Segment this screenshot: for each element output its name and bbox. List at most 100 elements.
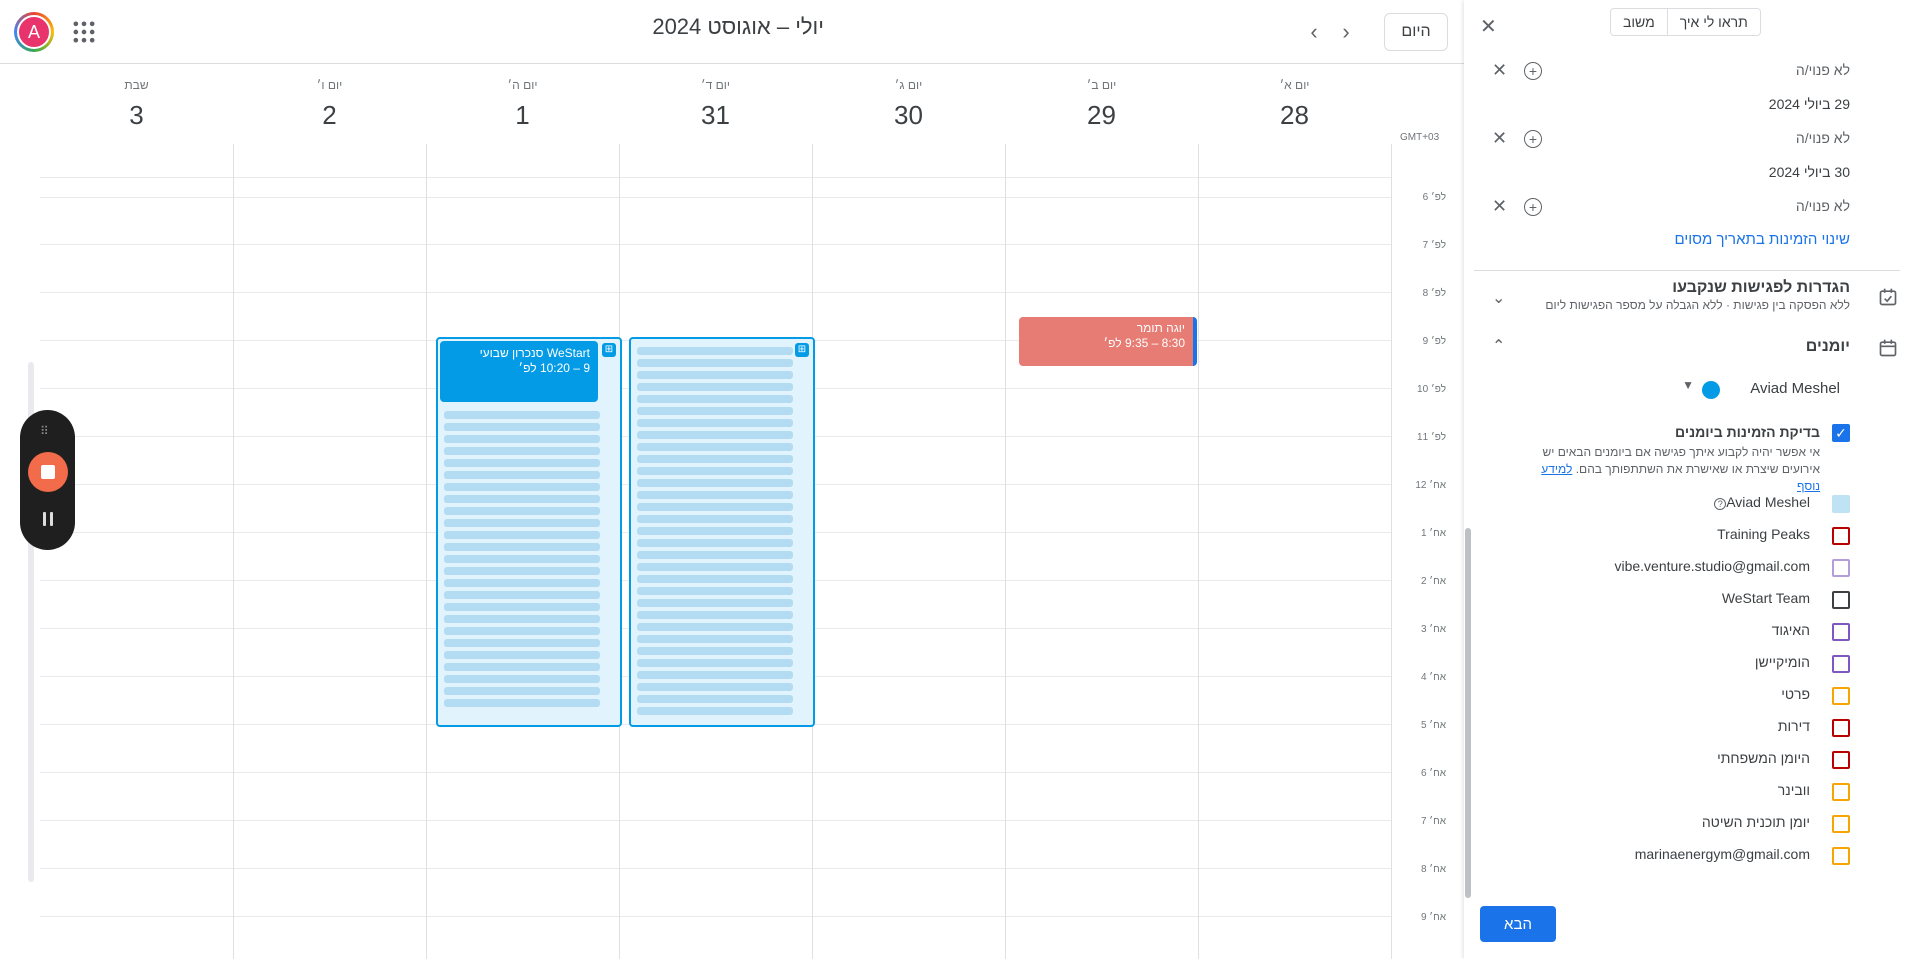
calendar-color-dot[interactable] — [1702, 381, 1720, 399]
event-available-icon — [1879, 288, 1897, 306]
time-label: 7 אח׳ — [1420, 816, 1446, 827]
calendar-checkbox[interactable] — [1832, 751, 1850, 769]
today-button[interactable]: היום — [1384, 13, 1448, 51]
pause-icon — [43, 512, 46, 526]
add-time-icon[interactable]: + — [1524, 130, 1542, 148]
day-header[interactable]: יום ג׳ 30 — [812, 78, 1005, 131]
day-number[interactable]: 2 — [233, 100, 426, 131]
calendars-title[interactable]: יומנים — [1806, 338, 1850, 356]
booked-settings-title[interactable]: הגדרות לפגישות שנקבעו — [1672, 279, 1850, 297]
day-name: יום ד׳ — [701, 78, 730, 92]
available-slot — [637, 695, 793, 703]
day-number[interactable]: 30 — [812, 100, 1005, 131]
day-header[interactable]: יום ה׳ 1 — [426, 78, 619, 131]
check-availability-checkbox[interactable]: ✓ — [1832, 424, 1850, 442]
event-yoga[interactable]: יוגה תומר 8:30 – 9:35 לפ׳ — [1019, 317, 1197, 366]
hour-line — [40, 177, 1392, 178]
day-number[interactable]: 31 — [619, 100, 812, 131]
drag-handle-icon[interactable]: ⠿ — [40, 424, 50, 438]
calendar-name-text: היומן המשפחתי — [1717, 750, 1810, 766]
remove-icon[interactable]: ✕ — [1492, 60, 1507, 81]
calendar-checkbox[interactable] — [1832, 815, 1850, 833]
day-header[interactable]: יום ד׳ 31 — [619, 78, 812, 131]
next-button[interactable]: הבא — [1480, 906, 1556, 942]
close-icon[interactable]: ✕ — [1480, 14, 1497, 39]
day-number[interactable]: 28 — [1198, 100, 1391, 131]
calendar-name-text: דירות — [1777, 718, 1810, 734]
time-label: 7 לפ׳ — [1422, 240, 1446, 251]
calendar-name-text: יומן תוכנית השיטה — [1701, 814, 1810, 830]
calendar-checkbox[interactable] — [1832, 623, 1850, 641]
change-availability-link[interactable]: שינוי הזמינות בתאריך מסוים — [1674, 231, 1850, 248]
calendar-name-text: marinaenergym@gmail.com — [1634, 846, 1810, 862]
calendar-checkbox[interactable] — [1832, 655, 1850, 673]
chevron-down-icon[interactable]: ⌄ — [1492, 288, 1505, 308]
available-slot — [444, 555, 600, 563]
calendar-name-text: WeStart Team — [1721, 590, 1810, 606]
available-slot — [444, 615, 600, 623]
account-avatar[interactable]: A — [14, 12, 54, 52]
availability-date: 30 ביולי 2024 — [1768, 164, 1850, 180]
remove-icon[interactable]: ✕ — [1492, 128, 1507, 149]
calendar-name-text: Training Peaks — [1717, 526, 1810, 542]
prev-period-button[interactable]: › — [1330, 16, 1362, 48]
check-availability-label: בדיקת הזמינות ביומנים — [1675, 424, 1820, 440]
time-label: 9 לפ׳ — [1422, 336, 1446, 347]
add-time-icon[interactable]: + — [1524, 62, 1542, 80]
day-number[interactable]: 29 — [1005, 100, 1198, 131]
feedback-button[interactable]: משוב — [1611, 9, 1667, 35]
day-number[interactable]: 3 — [40, 100, 233, 131]
hour-line — [40, 244, 1392, 245]
calendar-checkbox[interactable] — [1832, 591, 1850, 609]
availability-block[interactable]: ⊞ — [629, 337, 815, 727]
day-header[interactable]: שבת 3 — [40, 78, 233, 131]
day-header[interactable]: יום ב׳ 29 — [1005, 78, 1198, 131]
help-icon[interactable]: ? — [1714, 498, 1727, 510]
event-title: WeStart סנכרון שבועי — [479, 346, 590, 360]
recording-widget[interactable]: ⠿ — [20, 410, 75, 550]
available-slot — [444, 543, 600, 551]
available-slot — [637, 383, 793, 391]
stop-recording-button[interactable] — [28, 452, 68, 492]
available-slot — [444, 411, 600, 419]
day-header[interactable]: יום ו׳ 2 — [233, 78, 426, 131]
calendar-name: Training Peaks — [1717, 526, 1810, 542]
panel-scrollbar[interactable] — [1464, 44, 1474, 914]
calendar-checkbox[interactable] — [1832, 559, 1850, 577]
time-label: 6 לפ׳ — [1422, 192, 1446, 203]
chevron-right-icon: › — [1342, 19, 1350, 44]
show-me-how-button[interactable]: תראו לי איך — [1666, 9, 1760, 35]
next-period-button[interactable]: ‹ — [1298, 16, 1330, 48]
available-slot — [637, 635, 793, 643]
hour-line — [40, 197, 1392, 198]
available-slot — [444, 447, 600, 455]
available-slot — [637, 407, 793, 415]
day-number[interactable]: 1 — [426, 100, 619, 131]
remove-icon[interactable]: ✕ — [1492, 196, 1507, 217]
unavailable-text: לא פנוי/ה — [1795, 130, 1850, 146]
caret-down-icon[interactable]: ▼ — [1682, 378, 1694, 392]
scrollbar-thumb[interactable] — [1465, 528, 1471, 898]
calendar-checkbox[interactable] — [1832, 783, 1850, 801]
available-slot — [444, 567, 600, 575]
pause-button[interactable] — [40, 512, 56, 528]
chevron-up-icon[interactable]: ⌃ — [1492, 336, 1505, 356]
available-slot — [637, 431, 793, 439]
availability-row: לא פנוי/ה + ✕ — [1484, 128, 1850, 150]
booking-settings-panel: משוב תראו לי איך ✕ לא פנוי/ה + ✕ 29 ביול… — [1464, 0, 1920, 959]
apps-grid-icon[interactable] — [70, 18, 98, 46]
available-slot — [444, 519, 600, 527]
event-westart-sync[interactable]: WeStart סנכרון שבועי 9 – 10:20 לפ׳ — [440, 341, 598, 402]
available-slot — [637, 491, 793, 499]
calendar-checkbox[interactable] — [1832, 847, 1850, 865]
calendar-checkbox[interactable] — [1832, 719, 1850, 737]
calendar-name-text: פרטי — [1781, 686, 1810, 702]
add-time-icon[interactable]: + — [1524, 198, 1542, 216]
calendar-checkbox[interactable] — [1832, 687, 1850, 705]
calendar-checkbox[interactable] — [1832, 527, 1850, 545]
available-slot — [637, 371, 793, 379]
unavailable-text: לא פנוי/ה — [1795, 62, 1850, 78]
available-slot — [444, 495, 600, 503]
day-header[interactable]: יום א׳ 28 — [1198, 78, 1391, 131]
available-slot — [444, 675, 600, 683]
